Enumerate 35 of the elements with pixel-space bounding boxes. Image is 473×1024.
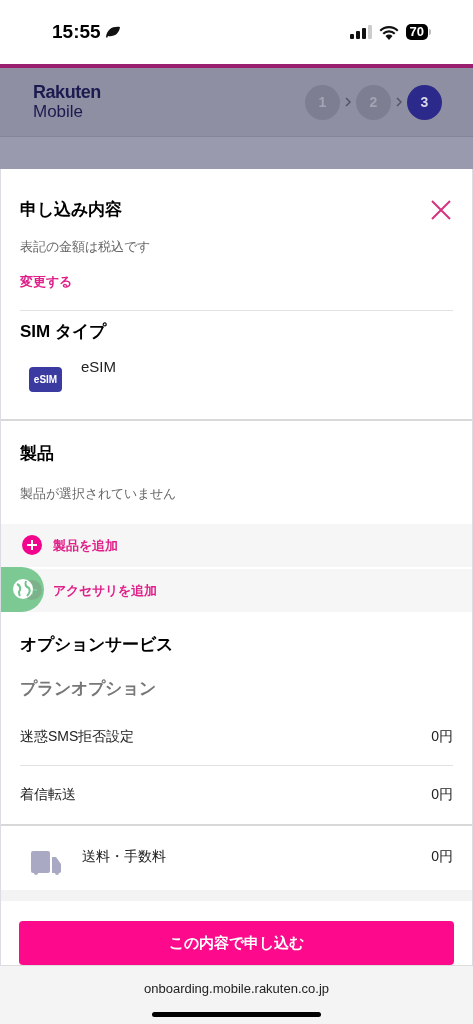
url-text: onboarding.mobile.rakuten.co.jp — [144, 980, 329, 998]
plus-circle-icon — [22, 535, 42, 556]
shipping-price: 0円 — [431, 846, 453, 866]
floating-widget[interactable] — [1, 566, 44, 612]
status-time: 15:55 — [52, 19, 101, 44]
chevron-icon — [395, 97, 403, 107]
leaf-icon — [104, 25, 121, 39]
truck-icon — [31, 850, 62, 875]
add-action-row[interactable]: 製品を追加 — [1, 523, 472, 567]
option-price: 0円 — [431, 785, 453, 805]
subsection-heading: プランオプション — [20, 678, 157, 701]
close-button[interactable] — [431, 200, 451, 220]
shipping-label: 送料・手数料 — [82, 846, 166, 866]
option-label: 迷惑SMS拒否設定 — [20, 726, 135, 746]
section-heading: SIM タイプ — [20, 320, 108, 343]
submit-button[interactable]: この内容で申し込む — [19, 921, 454, 965]
chevron-icon — [344, 97, 352, 107]
section-heading: 製品 — [20, 442, 55, 465]
section-heading: オプションサービス — [20, 633, 174, 656]
wifi-icon — [378, 24, 399, 40]
add-action-row[interactable]: アクセサリを追加 — [1, 568, 472, 612]
option-price: 0円 — [431, 726, 453, 746]
change-link[interactable]: 変更する — [20, 272, 72, 292]
esim-badge: eSIM — [29, 367, 62, 392]
step-indicator: 3 — [407, 84, 442, 120]
option-label: 着信転送 — [20, 785, 76, 805]
signal-icon — [349, 25, 372, 39]
empty-products-text: 製品が選択されていません — [20, 485, 177, 504]
tax-note: 表記の金額は税込です — [20, 237, 151, 256]
battery-icon: 70 — [405, 24, 431, 40]
logo-subtitle: Mobile — [33, 102, 85, 121]
sim-type-value: eSIM — [81, 357, 116, 377]
logo-wordmark: Rakuten — [33, 83, 101, 102]
globe-icon — [11, 578, 34, 601]
sheet-title: 申し込み内容 — [20, 199, 122, 221]
